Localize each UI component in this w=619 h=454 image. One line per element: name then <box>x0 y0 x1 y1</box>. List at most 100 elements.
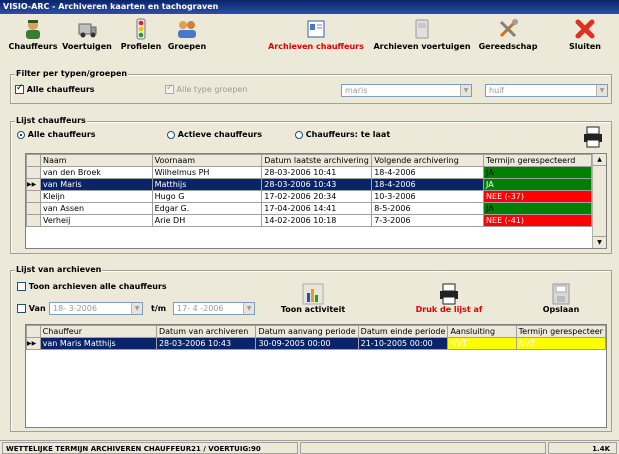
radio-button[interactable] <box>167 130 175 139</box>
column-header[interactable]: Datum van archiveren <box>155 325 257 338</box>
print-list-button[interactable]: Druk de lijst af <box>411 283 487 314</box>
status-bar: WETTELIJKE TERMIJN ARCHIVEREN CHAUFFEUR2… <box>0 440 619 454</box>
driver-list-group: Lijst chauffeurs Alle chauffeurs Actieve… <box>10 116 612 254</box>
save-button[interactable]: Opslaan <box>531 283 591 314</box>
close-icon <box>575 19 595 39</box>
column-header[interactable]: Termijn gerespecteerd <box>483 154 592 167</box>
cell-termijn: NEE (-41) <box>483 214 592 227</box>
toolbar-button-gereedschap[interactable]: Gereedschap <box>476 18 540 51</box>
status-middle <box>300 442 546 454</box>
toolbar-label: Archieven chauffeurs <box>268 42 364 51</box>
tm-date-value: 17- 4 -2006 <box>177 304 224 313</box>
radio-button[interactable] <box>17 130 25 139</box>
cell-voornaam: Matthijs <box>151 178 263 191</box>
archive-grid[interactable]: Chauffeur Datum van archiveren Datum aan… <box>25 324 607 428</box>
all-drivers-label: Alle chauffeurs <box>26 85 95 94</box>
column-header[interactable]: Chauffeur <box>39 325 157 338</box>
cell-laatste: 17-04-2006 14:41 <box>261 202 373 215</box>
cell-voornaam: Edgar G. <box>151 202 263 215</box>
toolbar-label: Voertuigen <box>62 42 112 51</box>
driver-grid-scrollbar[interactable]: ▲ ▼ <box>592 154 606 248</box>
group-combo-1[interactable]: maris ▼ <box>341 84 472 97</box>
cell-laatste: 28-03-2006 10:43 <box>261 178 373 191</box>
cell-naam: Verheij <box>39 214 153 227</box>
driver-list-caption: Lijst chauffeurs <box>15 116 87 125</box>
van-label: Van <box>28 304 46 313</box>
column-header[interactable]: Volgende archivering <box>371 154 485 167</box>
table-row[interactable]: Verheij Arie DH 14-02-2006 10:18 7-3-2006 NE… <box>26 214 592 227</box>
radio-late-label: Chauffeurs: te laat <box>305 130 391 139</box>
radio-button[interactable] <box>295 130 303 139</box>
show-activity-button[interactable]: Toon activiteit <box>279 283 347 314</box>
table-row[interactable]: van Assen Edgar G. 17-04-2006 14:41 8-5-200… <box>26 202 592 215</box>
checkbox-box[interactable] <box>17 304 26 313</box>
all-drivers-checkbox[interactable]: Alle chauffeurs <box>15 83 95 94</box>
cell-period-end: 21-10-2005 00:00 <box>357 337 449 350</box>
radio-all-drivers[interactable]: Alle chauffeurs <box>17 130 96 139</box>
chevron-down-icon[interactable]: ▼ <box>131 303 142 314</box>
table-row[interactable]: van den Broek Wilhelmus PH 28-03-2006 10:4… <box>26 166 592 179</box>
column-header[interactable]: Datum einde periode <box>357 325 449 338</box>
driver-header-row: Naam Voornaam Datum laatste archivering … <box>26 154 592 167</box>
tm-date-picker[interactable]: 17- 4 -2006 ▼ <box>173 302 255 315</box>
row-indicator <box>26 190 41 203</box>
van-checkbox[interactable]: Van <box>17 304 46 313</box>
printer-icon[interactable] <box>583 126 603 148</box>
column-header[interactable]: Voornaam <box>151 154 263 167</box>
cell-naam: Kleijn <box>39 190 153 203</box>
toolbar-button-voertuigen[interactable]: Voertuigen <box>60 18 114 51</box>
cell-aansluiting: NVT <box>447 337 517 350</box>
column-header[interactable]: Termijn gerespecteer <box>515 325 606 338</box>
toolbar-button-archieven-voertuigen[interactable]: Archieven voertuigen <box>372 18 472 51</box>
radio-late-drivers[interactable]: Chauffeurs: te laat <box>295 130 390 139</box>
cell-volgende: 18-4-2006 <box>371 166 485 179</box>
cell-volgende: 8-5-2006 <box>371 202 485 215</box>
traffic-light-icon <box>136 18 146 40</box>
column-header[interactable]: Naam <box>39 154 153 167</box>
column-header[interactable]: Aansluiting <box>447 325 517 338</box>
toolbar-button-profielen[interactable]: Profielen <box>118 18 164 51</box>
column-header[interactable]: Datum aanvang periode <box>255 325 359 338</box>
cell-naam: van den Broek <box>39 166 153 179</box>
scroll-down-icon[interactable]: ▼ <box>593 236 606 248</box>
group-combo-1-value: maris <box>345 86 368 95</box>
all-groups-label: Alle type groepen <box>176 85 248 94</box>
toolbar-label: Groepen <box>167 42 207 51</box>
radio-active-drivers[interactable]: Actieve chauffeurs <box>167 130 262 139</box>
row-indicator <box>26 166 41 179</box>
group-combo-2[interactable]: huif ▼ <box>485 84 608 97</box>
all-groups-checkbox[interactable]: Alle type groepen <box>165 83 248 94</box>
table-row[interactable]: ▶▶ van Maris Matthijs 28-03-2006 10:43 18-4-… <box>26 178 592 191</box>
column-header[interactable]: Datum laatste archivering <box>261 154 373 167</box>
van-date-picker[interactable]: 18- 3-2006 ▼ <box>49 302 143 315</box>
archive-vehicles-icon <box>415 19 429 39</box>
chevron-down-icon[interactable]: ▼ <box>243 303 254 314</box>
driver-icon <box>26 20 40 39</box>
archive-header-row: Chauffeur Datum van archiveren Datum aan… <box>26 325 606 338</box>
show-activity-label: Toon activiteit <box>280 305 346 314</box>
cell-termijn: JA <box>483 166 592 179</box>
toolbar-button-groepen[interactable]: Groepen <box>164 18 210 51</box>
cell-archived: 28-03-2006 10:43 <box>155 337 257 350</box>
driver-grid[interactable]: Naam Voornaam Datum laatste archivering … <box>25 153 607 249</box>
chevron-down-icon[interactable]: ▼ <box>460 85 471 96</box>
checkbox-box[interactable] <box>15 83 24 94</box>
toolbar-button-chauffeurs[interactable]: Chauffeurs <box>8 18 58 51</box>
toolbar-button-sluiten[interactable]: Sluiten <box>560 18 610 51</box>
radio-active-label: Actieve chauffeurs <box>177 130 262 139</box>
show-all-archives-checkbox[interactable]: Toon archieven alle chauffeurs <box>17 282 167 291</box>
vehicle-icon <box>78 23 97 38</box>
save-label: Opslaan <box>542 305 580 314</box>
checkbox-box[interactable] <box>165 83 174 94</box>
chevron-down-icon[interactable]: ▼ <box>596 85 607 96</box>
cell-period-start: 30-09-2005 00:00 <box>255 337 359 350</box>
table-row[interactable]: ▶▶ van Maris Matthijs 28-03-2006 10:43 30-0… <box>26 337 606 350</box>
toolbar-label: Gereedschap <box>478 42 538 51</box>
group-icon <box>178 21 196 38</box>
status-left: WETTELIJKE TERMIJN ARCHIVEREN CHAUFFEUR2… <box>2 442 298 454</box>
scroll-up-icon[interactable]: ▲ <box>593 154 606 166</box>
checkbox-box[interactable] <box>17 282 26 291</box>
cell-volgende: 7-3-2006 <box>371 214 485 227</box>
toolbar-button-archieven-chauffeurs[interactable]: Archieven chauffeurs <box>262 18 370 51</box>
table-row[interactable]: Kleijn Hugo G 17-02-2006 20:34 10-3-2006 NEE… <box>26 190 592 203</box>
